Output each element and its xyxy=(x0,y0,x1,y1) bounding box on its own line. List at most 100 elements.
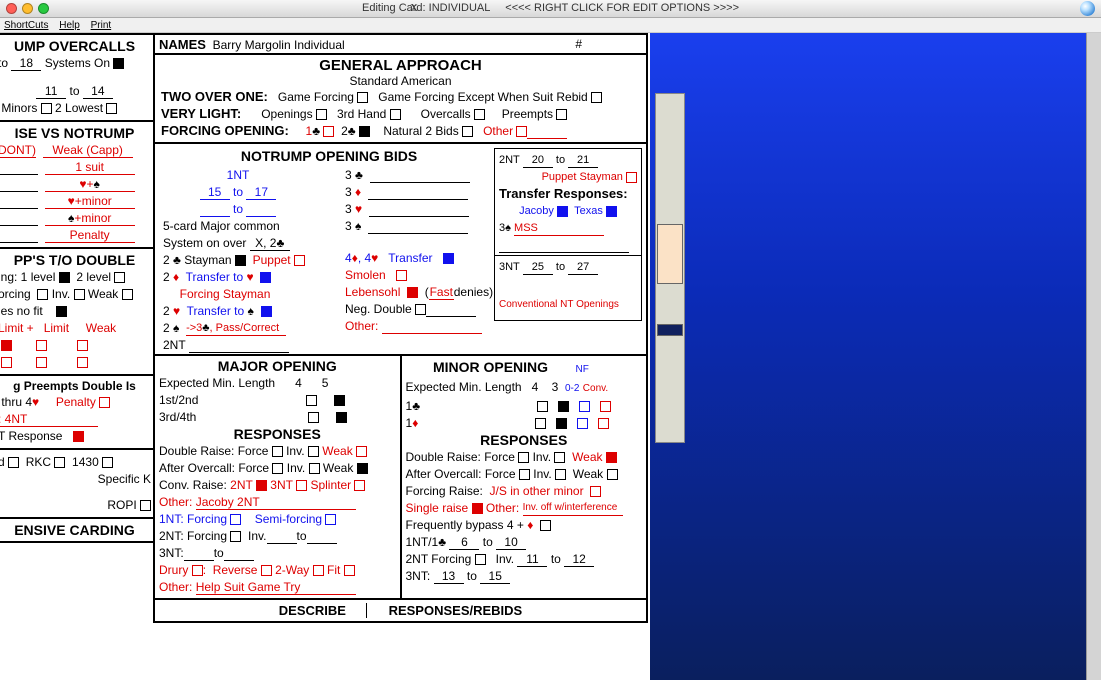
checkbox[interactable] xyxy=(294,255,305,266)
field[interactable]: 11 xyxy=(36,85,66,99)
checkbox[interactable] xyxy=(77,357,88,368)
checkbox[interactable] xyxy=(272,463,283,474)
field[interactable] xyxy=(189,339,289,353)
checkbox[interactable] xyxy=(114,272,125,283)
field[interactable]: Help Suit Game Try xyxy=(196,581,356,595)
field[interactable]: 15 xyxy=(200,186,230,200)
checkbox[interactable] xyxy=(74,289,85,300)
field[interactable]: 12 xyxy=(564,553,594,567)
field[interactable]: Fast xyxy=(429,286,454,300)
checkbox[interactable] xyxy=(77,340,88,351)
field[interactable] xyxy=(369,203,469,217)
checkbox[interactable] xyxy=(357,463,368,474)
menu-shortcuts[interactable]: ShortCuts xyxy=(4,20,48,31)
field[interactable] xyxy=(246,203,276,217)
field[interactable]: +minor xyxy=(45,212,135,226)
checkbox[interactable] xyxy=(518,452,529,463)
checkbox[interactable] xyxy=(99,397,110,408)
checkbox[interactable] xyxy=(230,514,241,525)
field[interactable]: 21 xyxy=(568,154,598,168)
menubar[interactable]: ShortCuts Help Print xyxy=(0,18,1101,33)
field[interactable]: 17 xyxy=(246,186,276,200)
field[interactable] xyxy=(307,530,337,544)
checkbox[interactable] xyxy=(309,463,320,474)
checkbox[interactable] xyxy=(396,270,407,281)
checkbox[interactable] xyxy=(415,304,426,315)
checkbox[interactable] xyxy=(296,480,307,491)
checkbox[interactable] xyxy=(606,206,617,217)
palette-swatch[interactable] xyxy=(657,324,683,336)
field[interactable] xyxy=(370,169,470,183)
checkbox[interactable] xyxy=(316,109,327,120)
checkbox[interactable] xyxy=(356,446,367,457)
checkbox[interactable] xyxy=(579,401,590,412)
checkbox[interactable] xyxy=(325,514,336,525)
checkbox[interactable] xyxy=(336,412,347,423)
checkbox[interactable] xyxy=(537,401,548,412)
field[interactable] xyxy=(184,547,214,561)
field[interactable] xyxy=(0,212,38,226)
checkbox[interactable] xyxy=(122,289,133,300)
checkbox[interactable] xyxy=(140,500,151,511)
field[interactable] xyxy=(527,125,567,139)
field[interactable] xyxy=(0,195,38,209)
checkbox[interactable] xyxy=(540,520,551,531)
checkbox[interactable] xyxy=(475,554,486,565)
checkbox[interactable] xyxy=(8,457,19,468)
checkbox[interactable] xyxy=(462,126,473,137)
checkbox[interactable] xyxy=(308,412,319,423)
field[interactable]: 6 xyxy=(449,536,479,550)
palette-swatch[interactable] xyxy=(657,224,683,284)
checkbox[interactable] xyxy=(256,480,267,491)
checkbox[interactable] xyxy=(102,457,113,468)
window-controls[interactable] xyxy=(6,3,49,14)
field[interactable]: + xyxy=(45,178,135,192)
checkbox[interactable] xyxy=(261,306,272,317)
checkbox[interactable] xyxy=(106,103,117,114)
checkbox[interactable] xyxy=(73,431,84,442)
checkbox[interactable] xyxy=(261,565,272,576)
field[interactable]: 20 xyxy=(523,154,553,168)
checkbox[interactable] xyxy=(59,272,70,283)
checkbox[interactable] xyxy=(443,253,454,264)
field[interactable] xyxy=(368,186,468,200)
checkbox[interactable] xyxy=(306,395,317,406)
checkbox[interactable] xyxy=(516,126,527,137)
scrollbar[interactable] xyxy=(1086,33,1101,680)
field[interactable]: Jacoby 2NT xyxy=(196,496,356,510)
checkbox[interactable] xyxy=(344,565,355,576)
checkbox[interactable] xyxy=(555,469,566,480)
field[interactable] xyxy=(426,303,476,317)
checkbox[interactable] xyxy=(54,457,65,468)
checkbox[interactable] xyxy=(556,418,567,429)
tool-palette[interactable] xyxy=(655,93,685,443)
checkbox[interactable] xyxy=(474,109,485,120)
checkbox[interactable] xyxy=(577,418,588,429)
field[interactable]: 1 suit xyxy=(45,161,135,175)
field[interactable] xyxy=(200,203,230,217)
checkbox[interactable] xyxy=(519,469,530,480)
checkbox[interactable] xyxy=(1,340,12,351)
field[interactable]: MSS xyxy=(514,222,604,236)
field[interactable] xyxy=(499,239,629,253)
field[interactable]: ->3, Pass/Correct xyxy=(186,322,286,336)
field[interactable] xyxy=(267,530,297,544)
field[interactable]: : 4NT xyxy=(0,413,98,427)
field[interactable]: X, 2 xyxy=(250,237,290,251)
field[interactable]: 15 xyxy=(480,570,510,584)
checkbox[interactable] xyxy=(357,92,368,103)
checkbox[interactable] xyxy=(590,486,601,497)
checkbox[interactable] xyxy=(558,401,569,412)
checkbox[interactable] xyxy=(535,418,546,429)
checkbox[interactable] xyxy=(1,357,12,368)
checkbox[interactable] xyxy=(192,565,203,576)
checkbox[interactable] xyxy=(598,418,609,429)
checkbox[interactable] xyxy=(235,255,246,266)
field[interactable]: 25 xyxy=(523,261,553,275)
checkbox[interactable] xyxy=(407,287,418,298)
field[interactable]: 27 xyxy=(568,261,598,275)
menu-print[interactable]: Print xyxy=(91,20,112,31)
checkbox[interactable] xyxy=(607,469,618,480)
checkbox[interactable] xyxy=(308,446,319,457)
field[interactable]: 13 xyxy=(434,570,464,584)
